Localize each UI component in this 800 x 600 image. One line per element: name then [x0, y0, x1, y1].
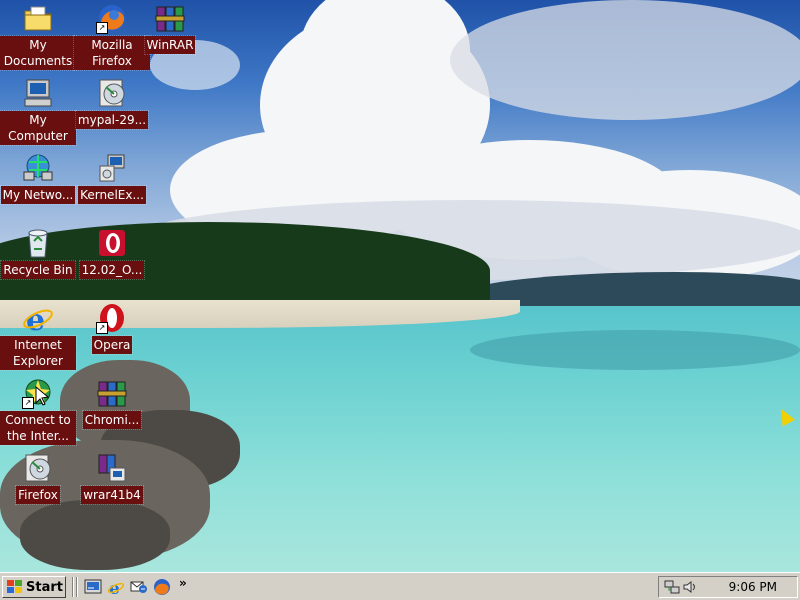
start-button[interactable]: Start: [2, 576, 66, 598]
recycle-bin-icon: [22, 227, 54, 259]
desktop-icon-connect-internet[interactable]: ↗ Connect to the Inter...: [0, 377, 77, 446]
network-places-icon: [22, 152, 54, 184]
windows-logo-icon: [7, 580, 23, 594]
clock[interactable]: 9:06 PM: [729, 580, 777, 594]
desktop-icon-chromium[interactable]: Chromi...: [74, 377, 150, 430]
desktop-icon-wrar41b4[interactable]: wrar41b4: [74, 452, 150, 505]
installer-cd-icon: [96, 77, 128, 109]
desktop-icon-my-computer[interactable]: My Computer: [0, 77, 77, 146]
icon-label: Chromi...: [81, 410, 143, 430]
connect-internet-icon: ↗: [22, 377, 54, 409]
desktop-icon-internet-explorer[interactable]: e Internet Explorer: [0, 302, 77, 371]
desktop-icon-firefox-installer[interactable]: Firefox: [0, 452, 76, 505]
desktop-icon-winrar[interactable]: WinRAR: [132, 2, 208, 55]
icon-label: 12.02_O...: [78, 260, 146, 280]
icon-label: Opera: [90, 335, 134, 355]
installer-pc-icon: [96, 152, 128, 184]
network-icon[interactable]: [664, 579, 680, 598]
desktop-icon-opera-installer[interactable]: 12.02_O...: [74, 227, 150, 280]
firefox-icon[interactable]: [153, 578, 171, 596]
computer-icon: [22, 77, 54, 109]
icon-label: KernelEx...: [77, 185, 147, 205]
volume-icon[interactable]: [682, 579, 698, 598]
installer-cd-icon: [22, 452, 54, 484]
icon-label: WinRAR: [143, 35, 197, 55]
folder-documents-icon: [22, 2, 54, 34]
winrar-books-icon: [154, 2, 186, 34]
taskbar: Start e » 9:06 PM: [0, 572, 800, 600]
quick-launch-overflow[interactable]: »: [179, 576, 187, 590]
system-tray: 9:06 PM: [658, 576, 798, 598]
desktop-icon-kernelex[interactable]: KernelEx...: [74, 152, 150, 205]
taskbar-separator: [72, 577, 74, 597]
winrar-books-icon: [96, 377, 128, 409]
icon-label: Firefox: [15, 485, 61, 505]
show-desktop-icon[interactable]: [84, 578, 102, 596]
start-label: Start: [26, 579, 63, 595]
desktop-icon-my-network[interactable]: My Netwo...: [0, 152, 77, 205]
shortcut-arrow-icon: ↗: [22, 397, 34, 409]
icon-label: Recycle Bin: [0, 260, 76, 280]
desktop-icon-recycle-bin[interactable]: Recycle Bin: [0, 227, 76, 280]
taskbar-separator: [76, 577, 78, 597]
shortcut-arrow-icon: ↗: [96, 322, 108, 334]
outlook-express-icon[interactable]: [130, 578, 148, 596]
opera-installer-icon: [96, 227, 128, 259]
icon-label: Internet Explorer: [0, 335, 77, 371]
shortcut-arrow-icon: ↗: [96, 22, 108, 34]
firefox-icon: ↗: [96, 2, 128, 34]
internet-explorer-icon[interactable]: e: [107, 578, 125, 599]
winrar-installer-icon: [96, 452, 128, 484]
icon-label: mypal-29...: [74, 110, 150, 130]
desktop-icon-opera[interactable]: ↗ Opera: [74, 302, 150, 355]
opera-icon: ↗: [96, 302, 128, 334]
icon-label: My Computer: [0, 110, 77, 146]
icon-label: wrar41b4: [80, 485, 144, 505]
icon-label: My Documents: [0, 35, 77, 71]
desktop-icon-mypal[interactable]: mypal-29...: [74, 77, 150, 130]
desktop-icon-my-documents[interactable]: My Documents: [0, 2, 77, 71]
internet-explorer-icon: e: [22, 302, 54, 338]
icon-label: My Netwo...: [0, 185, 77, 205]
icon-label: Connect to the Inter...: [0, 410, 77, 446]
